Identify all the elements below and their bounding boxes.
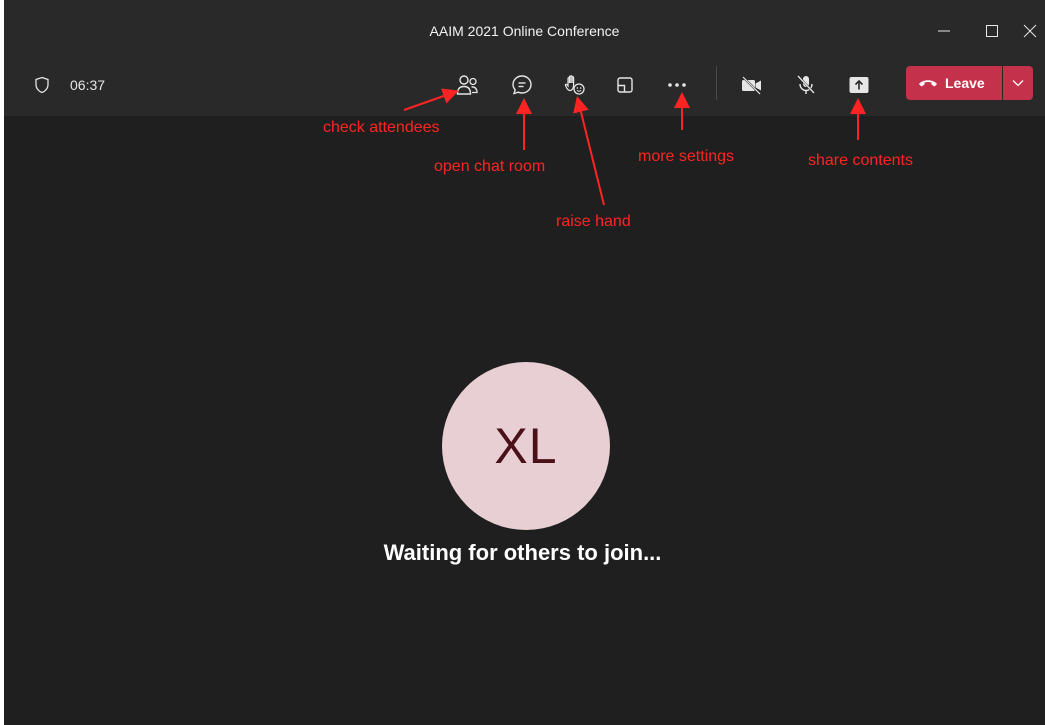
arrow-raise-hand bbox=[573, 96, 605, 206]
arrow-attendees bbox=[403, 88, 459, 111]
annotation-check-attendees: check attendees bbox=[323, 119, 440, 136]
annotation-open-chat-room: open chat room bbox=[434, 158, 546, 175]
annotation-more-settings: more settings bbox=[638, 148, 735, 165]
annotation-raise-hand: raise hand bbox=[556, 213, 631, 230]
annotation-arrows bbox=[403, 88, 866, 206]
annotation-share-contents: share contents bbox=[808, 152, 913, 169]
